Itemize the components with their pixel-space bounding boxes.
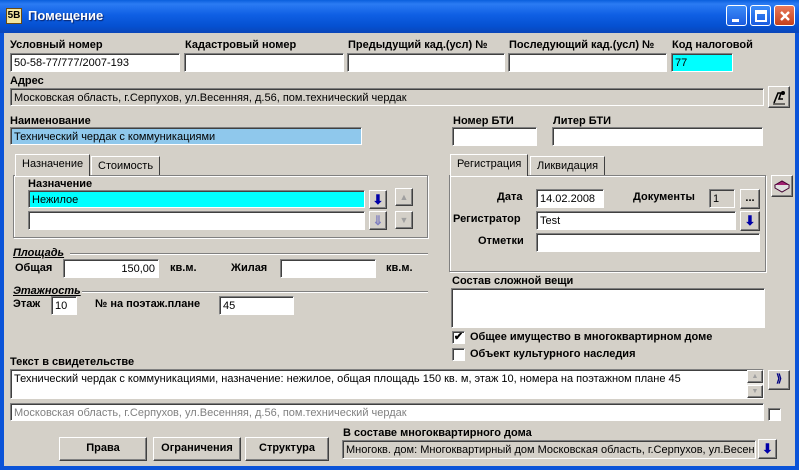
cultural-heritage-checkbox[interactable] [452,348,465,361]
bti-number-label: Номер БТИ [453,115,514,127]
documents-button[interactable]: ... [740,189,760,209]
registrar-field[interactable]: Test [536,211,736,230]
area-separator [70,253,428,255]
close-button[interactable] [774,5,795,26]
common-property-checkbox[interactable]: ✔ [452,331,465,344]
apartment-building-field[interactable]: Многокв. дом: Многоквартирный дом Москов… [342,440,756,459]
address-field[interactable]: Московская область, г.Серпухов, ул.Весен… [10,88,764,106]
conditional-number-label: Условный номер [10,39,103,51]
apartment-building-select-button[interactable]: ⬇ [758,439,777,459]
floor-field[interactable]: 10 [51,296,77,315]
close-icon [780,11,790,21]
floors-separator [82,291,428,293]
last-cad-field[interactable] [508,53,667,72]
last-cad-label: Последующий кад.(усл) № [509,39,655,51]
complex-field[interactable] [451,288,765,328]
tab-purpose[interactable]: Назначение [15,154,91,176]
maximize-icon [755,10,767,22]
arrow-down-icon: ⇓ [372,213,384,228]
floor-label: Этаж [13,298,41,310]
purpose-field[interactable]: Нежилое [28,190,365,208]
area-section-label: Площадь [13,247,65,259]
documents-label: Документы [633,191,695,203]
certificate-address-checkbox[interactable] [768,408,781,421]
triangle-up-icon: ▲ [399,192,409,202]
documents-count: 1 [709,189,735,208]
registrar-select-button[interactable]: ⬇ [740,211,760,231]
area-living-label: Жилая [231,262,268,274]
name-label: Наименование [10,115,91,127]
title-bar[interactable] [0,0,799,33]
tab-registration[interactable]: Регистрация [450,154,529,176]
bti-number-field[interactable] [452,127,537,146]
cultural-heritage-label: Объект культурного наследия [470,348,636,360]
address-label: Адрес [10,75,44,87]
restrictions-button[interactable]: Ограничения [153,437,241,461]
common-property-label: Общее имущество в многоквартирном доме [470,331,713,343]
area-unit-1: кв.м. [170,262,197,274]
area-living-field[interactable] [280,259,376,278]
bti-liter-field[interactable] [552,127,763,146]
triangle-up-icon: ▲ [751,373,759,380]
area-total-field[interactable]: 150,00 [63,259,159,278]
bti-liter-label: Литер БТИ [553,115,612,127]
tax-code-label: Код налоговой [672,39,753,51]
tab-cost[interactable]: Стоимость [91,156,161,176]
complex-label: Состав сложной вещи [452,275,574,287]
arrow-down-icon: ⬇ [372,192,384,207]
book-icon [773,180,791,193]
certificate-address-field[interactable]: Московская область, г.Серпухов, ул.Весен… [10,403,764,421]
minimize-button[interactable] [726,5,747,26]
apartment-building-label: В составе многоквартирного дома [343,427,532,439]
area-total-label: Общая [15,262,53,274]
expand-button[interactable]: ⟫ [768,370,790,390]
minimize-icon [732,19,739,22]
date-field[interactable]: 14.02.2008 [536,189,604,208]
book-button[interactable] [771,175,793,197]
purpose-select-button[interactable]: ⬇ [369,190,387,209]
floor-plan-label: № на поэтаж.плане [95,298,201,310]
area-unit-2: кв.м. [386,262,413,274]
structure-button[interactable]: Структура [245,437,329,461]
purpose-field-2[interactable] [28,211,365,230]
purpose-select-button-2[interactable]: ⇓ [369,211,387,230]
certificate-label: Текст в свидетельстве [10,356,135,368]
maximize-button[interactable] [750,5,771,26]
cadastral-number-label: Кадастровый номер [185,39,297,51]
conditional-number-field[interactable]: 50-58-77/777/2007-193 [10,53,180,72]
arrow-down-icon: ⬇ [744,213,756,228]
window-title: Помещение [28,8,104,23]
notes-field[interactable] [536,233,760,252]
previous-cad-field[interactable] [347,53,505,72]
scroll-up-button[interactable]: ▲ [395,188,413,206]
cadastral-number-field[interactable] [184,53,344,72]
address-edit-button[interactable] [768,86,790,108]
purpose-label: Назначение [28,178,93,190]
check-icon: ✔ [453,331,464,343]
floor-plan-field[interactable]: 45 [219,296,294,315]
registrar-label: Регистратор [453,213,521,225]
tax-code-field[interactable]: 77 [671,53,733,72]
certificate-scroll-down[interactable]: ▼ [747,385,763,398]
arrow-down-icon: ⬇ [762,441,773,456]
triangle-down-icon: ▼ [751,388,759,395]
name-field[interactable]: Технический чердак с коммуникациями [10,127,362,145]
expand-icon: ⟫ [775,373,783,385]
certificate-text-field[interactable]: Технический чердак с коммуникациями, наз… [10,369,764,399]
rights-button[interactable]: Права [59,437,147,461]
certificate-scroll-up[interactable]: ▲ [747,370,763,383]
notes-label: Отметки [478,235,524,247]
triangle-down-icon: ▼ [399,215,409,225]
app-icon[interactable]: 5B [6,8,22,24]
scroll-down-button[interactable]: ▼ [395,211,413,229]
address-edit-icon [773,91,785,105]
previous-cad-label: Предыдущий кад.(усл) № [348,39,488,51]
date-label: Дата [497,191,523,203]
tab-liquidation[interactable]: Ликвидация [530,156,606,176]
